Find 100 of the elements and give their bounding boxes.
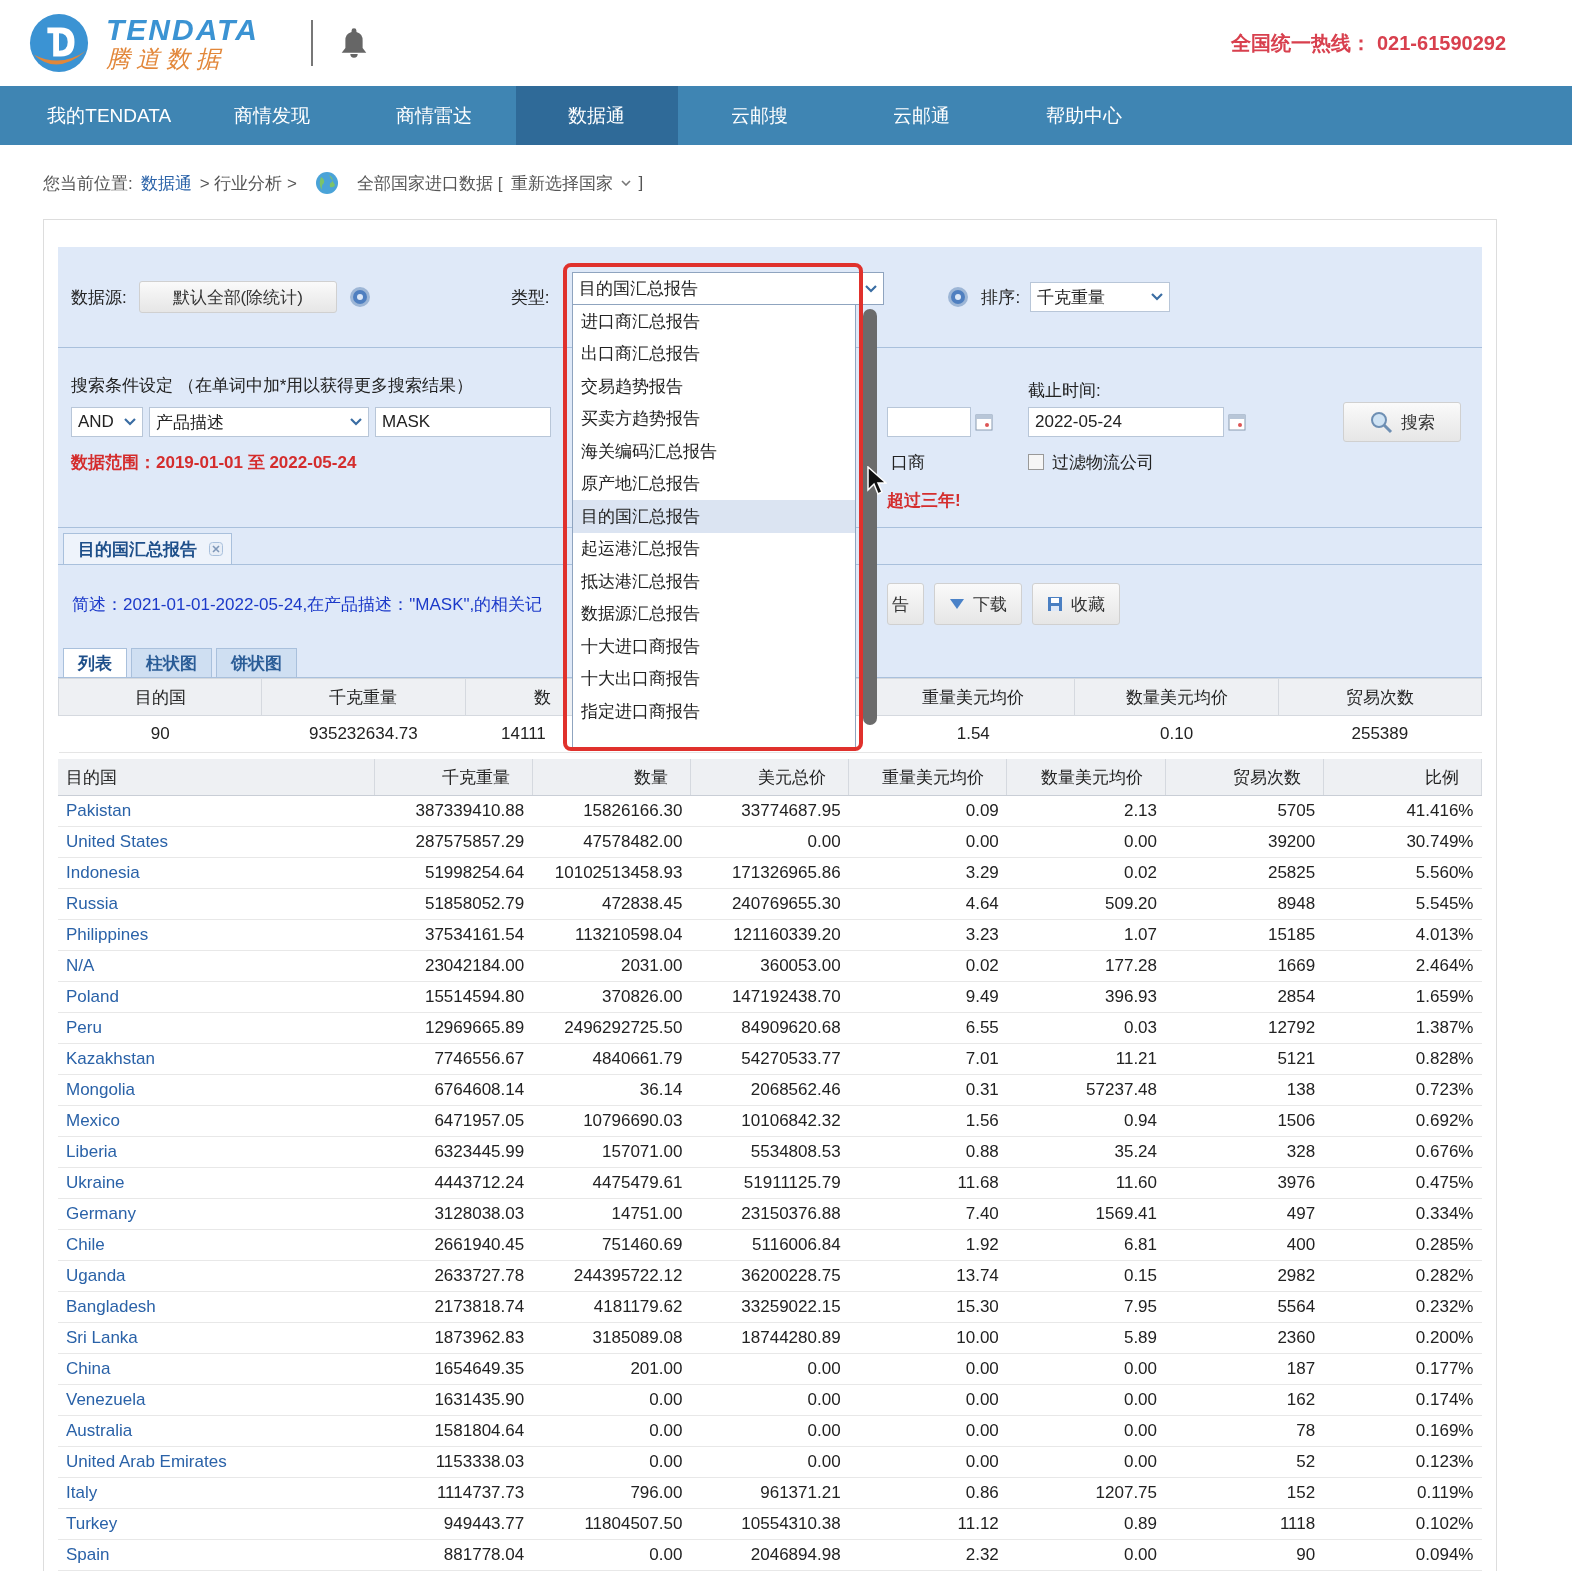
scrollbar-thumb[interactable] (863, 309, 878, 725)
table-cell: 5705 (1165, 795, 1324, 827)
country-link[interactable]: China (66, 1359, 111, 1378)
table-cell: 7.95 (1006, 1291, 1165, 1323)
dropdown-option[interactable]: 指定进口商报告 (573, 695, 856, 728)
dropdown-option[interactable]: 交易趋势报告 (573, 370, 856, 403)
table-cell: 177.28 (1006, 950, 1165, 982)
download-button[interactable]: 下载 (934, 583, 1022, 625)
close-icon[interactable] (209, 542, 223, 556)
country-link[interactable]: Philippines (66, 925, 149, 944)
country-link[interactable]: Uganda (66, 1266, 126, 1285)
table-cell: 6323445.99 (374, 1136, 533, 1168)
help-icon[interactable] (947, 286, 970, 308)
totals-cell: 935232634.73 (309, 724, 418, 743)
nav-tab[interactable]: 云邮搜 (678, 86, 841, 145)
country-link[interactable]: Turkey (66, 1514, 118, 1533)
logic-select[interactable]: AND (71, 407, 143, 437)
table-cell: 0.03 (1006, 1012, 1165, 1044)
country-link[interactable]: Sri Lanka (66, 1328, 138, 1347)
view-tab[interactable]: 列表 (63, 648, 127, 677)
table-cell: 8948 (1165, 888, 1324, 920)
table-cell: 0.02 (848, 950, 1007, 982)
help-icon[interactable] (348, 286, 371, 308)
country-link[interactable]: Italy (66, 1483, 98, 1502)
country-link[interactable]: Australia (66, 1421, 133, 1440)
reselect-country-link[interactable]: 重新选择国家 (510, 171, 613, 195)
keyword-field[interactable]: MASK (375, 407, 551, 437)
table-cell: 881778.04 (374, 1539, 533, 1571)
nav-tab[interactable]: 商情发现 (190, 86, 353, 145)
country-link[interactable]: N/A (66, 956, 95, 975)
country-link[interactable]: Kazakhstan (66, 1049, 155, 1068)
table-cell: 5121 (1165, 1043, 1324, 1075)
table-cell: 138 (1165, 1074, 1324, 1106)
table-cell: 157071.00 (532, 1136, 691, 1168)
field-select[interactable]: 产品描述 (149, 407, 369, 437)
country-link[interactable]: Mexico (66, 1111, 120, 1130)
table-cell: 0.00 (1006, 1446, 1165, 1478)
report-tab[interactable]: 目的国汇总报告 (63, 533, 232, 564)
dropdown-option[interactable]: 海关编码汇总报告 (573, 435, 856, 468)
calendar-icon[interactable] (975, 413, 993, 431)
type-select[interactable]: 目的国汇总报告 (572, 272, 884, 305)
nav-tab[interactable]: 商情雷达 (353, 86, 516, 145)
calendar-icon[interactable] (1228, 413, 1246, 431)
sort-select[interactable]: 千克重量 (1030, 282, 1171, 312)
dropdown-option[interactable]: 数据源汇总报告 (573, 597, 856, 630)
dropdown-option[interactable]: 出口商汇总报告 (573, 337, 856, 370)
breadcrumb-link[interactable]: 数据通 (140, 171, 192, 195)
country-link[interactable]: Ukraine (66, 1173, 125, 1192)
report-button[interactable]: 告 (887, 583, 924, 625)
country-link[interactable]: Russia (66, 894, 118, 913)
table-cell: 1.07 (1006, 919, 1165, 951)
nav-tab[interactable]: 云邮通 (840, 86, 1003, 145)
dropdown-option[interactable]: 目的国汇总报告 (573, 500, 856, 533)
table-cell: 5564 (1165, 1291, 1324, 1323)
breadcrumb-scope: 全部国家进口数据 [ (357, 172, 503, 195)
table-cell: 2661940.45 (374, 1229, 533, 1261)
dropdown-option[interactable]: 抵达港汇总报告 (573, 565, 856, 598)
dropdown-option[interactable]: 十大出口商报告 (573, 662, 856, 695)
logistics-checkbox[interactable] (1028, 454, 1044, 470)
nav-tab[interactable]: 帮助中心 (1003, 86, 1166, 145)
table-cell: 33259022.15 (690, 1291, 849, 1323)
table-cell: 396.93 (1006, 981, 1165, 1013)
table-cell: 387339410.88 (374, 795, 533, 827)
country-link[interactable]: United Arab Emirates (66, 1452, 227, 1471)
view-tab[interactable]: 饼状图 (216, 648, 297, 677)
table-cell: 30.749% (1323, 826, 1482, 858)
country-link[interactable]: Indonesia (66, 863, 140, 882)
table-cell: 11.68 (848, 1167, 1007, 1199)
country-link[interactable]: Peru (66, 1018, 102, 1037)
country-link[interactable]: Spain (66, 1545, 110, 1564)
dropdown-option[interactable]: 起运港汇总报告 (573, 532, 856, 565)
country-link[interactable]: Germany (66, 1204, 136, 1223)
search-button[interactable]: 搜索 (1343, 402, 1461, 442)
end-date-field[interactable]: 2022-05-24 (1028, 407, 1224, 437)
dropdown-option[interactable]: 买卖方趋势报告 (573, 402, 856, 435)
country-link[interactable]: Bangladesh (66, 1297, 156, 1316)
table-cell: 2.464% (1323, 950, 1482, 982)
country-link[interactable]: Venezuela (66, 1390, 146, 1409)
dropdown-option[interactable]: 十大进口商报告 (573, 630, 856, 663)
country-link[interactable]: Liberia (66, 1142, 118, 1161)
warning-text: 超过三年! (887, 489, 962, 512)
start-date-field[interactable] (887, 407, 971, 437)
country-link[interactable]: Pakistan (66, 801, 132, 820)
nav-tab[interactable]: 数据通 (515, 86, 678, 145)
nav-tab[interactable]: 我的TENDATA (28, 86, 191, 145)
country-link[interactable]: Chile (66, 1235, 105, 1254)
country-link[interactable]: United States (66, 832, 169, 851)
table-cell: 51998254.64 (374, 857, 533, 889)
view-tab[interactable]: 柱状图 (131, 648, 212, 677)
importer-option-text: 口商 (890, 451, 926, 474)
table-cell: 328 (1165, 1136, 1324, 1168)
dropdown-option[interactable]: 进口商汇总报告 (573, 305, 856, 338)
table-cell: 0.232% (1323, 1291, 1482, 1323)
column-header: 比例 (1323, 759, 1482, 796)
country-link[interactable]: Mongolia (66, 1080, 135, 1099)
table-cell: 4443712.24 (374, 1167, 533, 1199)
dropdown-option[interactable]: 原产地汇总报告 (573, 467, 856, 500)
country-link[interactable]: Poland (66, 987, 119, 1006)
source-selector[interactable]: 默认全部(除统计) (138, 281, 337, 313)
save-button[interactable]: 收藏 (1032, 583, 1120, 625)
